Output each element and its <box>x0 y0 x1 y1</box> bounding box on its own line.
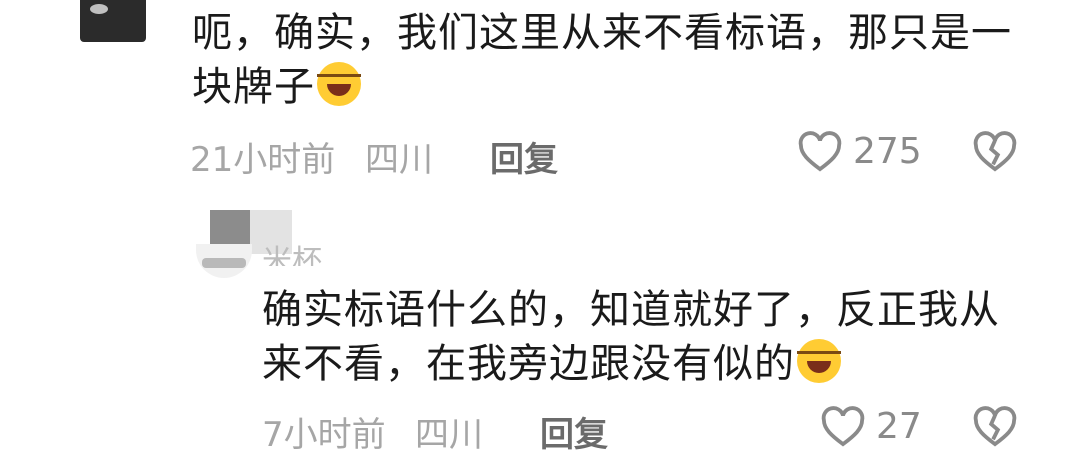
comment-avatar[interactable] <box>80 0 146 42</box>
comment-text: 呃，确实，我们这里从来不看标语，那只是一块牌子 <box>192 10 1012 110</box>
comment-time: 21小时前 <box>190 140 336 180</box>
reply-dislike-broken-heart-icon[interactable] <box>972 405 1018 447</box>
reply-like-count: 27 <box>876 406 922 447</box>
reply-avatar[interactable] <box>196 244 252 278</box>
laughing-emoji-icon <box>317 62 361 106</box>
reply-button[interactable]: 回复 <box>490 132 558 181</box>
dislike-broken-heart-icon[interactable] <box>972 130 1018 172</box>
reply-text: 确实标语什么的，知道就好了，反正我从来不看，在我旁边跟没有似的 <box>262 287 1000 387</box>
laughing-emoji-icon <box>797 339 841 383</box>
reply-username[interactable]: 米杯 <box>262 236 322 266</box>
like-count: 275 <box>853 131 922 172</box>
comment-location: 四川 <box>365 140 433 180</box>
reply-like-heart-icon[interactable] <box>820 405 866 447</box>
like-heart-icon[interactable] <box>797 130 843 172</box>
